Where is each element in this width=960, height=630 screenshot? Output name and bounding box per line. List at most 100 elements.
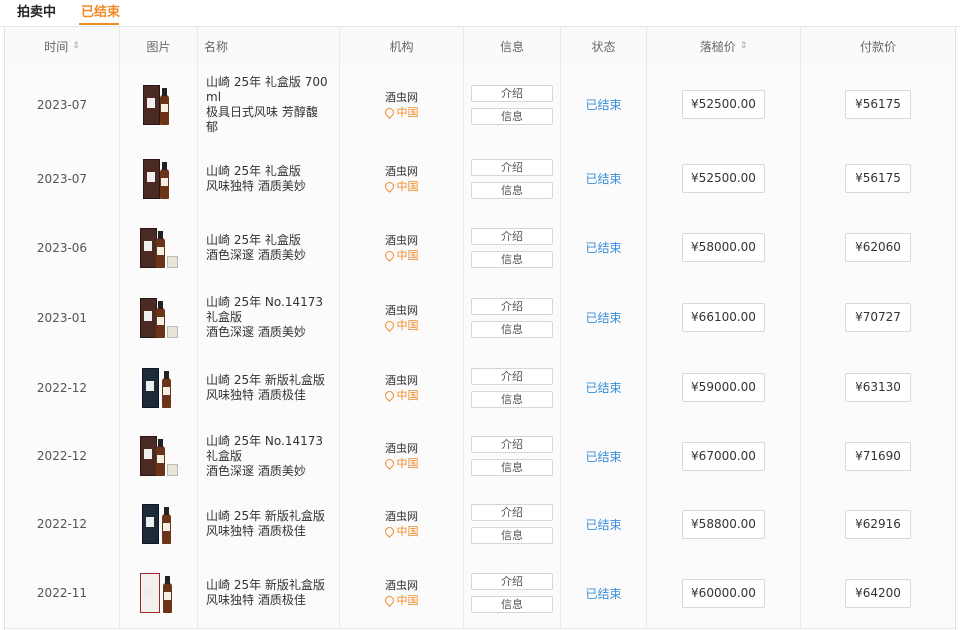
pay-price: ¥62060 [845, 233, 911, 262]
product-name[interactable]: 山崎 25年 礼盒版 700 ml 极具日式风味 芳醇馥 郁 [206, 75, 328, 135]
status-text: 已结束 [585, 311, 622, 325]
org-name: 酒虫网 [385, 579, 418, 592]
info-cell: 介绍 信息 [464, 144, 561, 213]
location-pin-icon [382, 388, 396, 402]
status-cell: 已结束 [561, 144, 647, 213]
location-pin-icon [382, 105, 396, 119]
table-row: 2023-06 山崎 25年 礼盒版 酒色深邃 酒质美妙 酒虫网 中国 介绍信息 已结束 ¥… [5, 213, 955, 283]
intro-button[interactable]: 介绍 [471, 227, 553, 245]
info-button[interactable]: 信息 [471, 320, 553, 338]
status-text: 已结束 [585, 172, 622, 186]
info-button[interactable]: 信息 [471, 181, 553, 199]
header-org-label: 机构 [389, 39, 414, 54]
location-text: 中国 [396, 105, 419, 119]
product-name[interactable]: 山崎 25年 礼盒版 酒色深邃 酒质美妙 [206, 233, 306, 263]
info-button[interactable]: 信息 [471, 390, 553, 408]
active-tab-indicator [79, 23, 119, 25]
tab-bar: 拍卖中 已结束 [0, 0, 960, 27]
tab-ongoing[interactable]: 拍卖中 [17, 5, 56, 21]
pay-price: ¥56175 [845, 164, 911, 193]
status-cell: 已结束 [561, 558, 647, 628]
location: 中国 [382, 248, 419, 263]
hammer-price: ¥58000.00 [682, 233, 765, 262]
time-cell: 2022-12 [5, 422, 120, 490]
product-name[interactable]: 山崎 25年 No.14173 礼盒版 酒色深邃 酒质美妙 [206, 434, 323, 479]
location: 中国 [382, 179, 419, 194]
product-name[interactable]: 山崎 25年 新版礼盒版 风味独特 酒质极佳 [206, 578, 325, 608]
row-time: 2023-06 [36, 240, 88, 255]
row-time: 2023-07 [36, 97, 88, 112]
image-cell [120, 282, 198, 353]
intro-button[interactable]: 介绍 [471, 158, 553, 176]
product-name[interactable]: 山崎 25年 新版礼盒版 风味独特 酒质极佳 [206, 509, 325, 539]
image-cell [120, 422, 198, 490]
intro-button[interactable]: 介绍 [471, 297, 553, 315]
table-row: 2023-07 山崎 25年 礼盒版 风味独特 酒质美妙 酒虫网 中国 介绍 信息 已结束 ¥… [5, 144, 955, 214]
row-time: 2022-12 [36, 380, 88, 395]
header-status: 状态 [561, 27, 647, 65]
name-cell: 山崎 25年 新版礼盒版 风味独特 酒质极佳 [198, 353, 340, 422]
product-thumbnail[interactable] [140, 84, 178, 125]
info-button[interactable]: 信息 [471, 107, 553, 125]
header-info-label: 信息 [499, 39, 524, 54]
status-text: 已结束 [585, 586, 622, 601]
product-thumbnail[interactable] [140, 367, 178, 408]
product-thumbnail[interactable] [139, 297, 178, 338]
org-cell: 酒虫网 中国 [340, 353, 464, 422]
product-thumbnail[interactable] [139, 227, 178, 268]
product-thumbnail[interactable] [140, 504, 178, 544]
header-org: 机构 [340, 27, 464, 65]
hammer-price: ¥58800.00 [682, 509, 765, 539]
sort-icon[interactable]: ⇕ [740, 41, 748, 51]
hammer-cell: ¥66100.00 [647, 282, 801, 353]
info-button[interactable]: 信息 [471, 250, 553, 268]
product-thumbnail[interactable] [139, 573, 178, 613]
info-cell: 介绍 信息 [464, 213, 561, 282]
product-name[interactable]: 山崎 25年 礼盒版 风味独特 酒质美妙 [206, 164, 306, 194]
org-cell: 酒虫网 中国 [340, 282, 464, 353]
table-row: 2022-12 山崎 25年 新版礼盒版 风味独特 酒质极佳 酒虫网 中国 介绍信息 已结… [5, 353, 955, 423]
name-cell: 山崎 25年 No.14173 礼盒版 酒色深邃 酒质美妙 [198, 282, 340, 353]
status-text: 已结束 [585, 381, 622, 395]
product-name[interactable]: 山崎 25年 No.14173 礼盒版 酒色深邃 酒质美妙 [206, 295, 323, 340]
name-cell: 山崎 25年 新版礼盒版 风味独特 酒质极佳 [198, 558, 340, 628]
image-cell [120, 558, 198, 628]
location-text: 中国 [396, 248, 419, 262]
info-button[interactable]: 信息 [471, 459, 553, 476]
product-name[interactable]: 山崎 25年 新版礼盒版 风味独特 酒质极佳 [206, 373, 325, 403]
location-pin-icon [382, 179, 396, 193]
status-text: 已结束 [585, 241, 622, 255]
header-time-label: 时间 [44, 39, 69, 54]
intro-button[interactable]: 介绍 [471, 504, 553, 521]
sort-icon[interactable]: ⇕ [72, 41, 80, 51]
product-thumbnail[interactable] [139, 436, 178, 476]
header-time[interactable]: 时间 ⇕ [5, 27, 120, 65]
intro-button[interactable]: 介绍 [471, 367, 553, 385]
intro-button[interactable]: 介绍 [471, 84, 553, 102]
pay-price: ¥63130 [845, 373, 911, 402]
header-hammer-label: 落槌价 [699, 39, 736, 54]
header-hammer[interactable]: 落槌价 ⇕ [647, 27, 801, 65]
org-cell: 酒虫网 中国 [340, 213, 464, 282]
info-button[interactable]: 信息 [471, 596, 553, 613]
location-text: 中国 [396, 457, 419, 470]
tab-ended[interactable]: 已结束 [81, 5, 120, 21]
hammer-price: ¥67000.00 [682, 441, 765, 471]
intro-button[interactable]: 介绍 [471, 436, 553, 453]
location-pin-icon [382, 525, 396, 538]
org-name: 酒虫网 [385, 373, 418, 387]
location: 中国 [382, 524, 419, 539]
location: 中国 [382, 456, 419, 471]
header-image-label: 图片 [146, 39, 171, 54]
location-text: 中国 [396, 318, 419, 332]
location-pin-icon [382, 248, 396, 262]
info-button[interactable]: 信息 [471, 527, 553, 544]
status-text: 已结束 [585, 449, 622, 464]
hammer-price: ¥52500.00 [682, 164, 765, 193]
header-pay: 付款价 [801, 27, 955, 65]
product-thumbnail[interactable] [140, 158, 178, 199]
org-name: 酒虫网 [385, 90, 418, 104]
status-cell: 已结束 [561, 65, 647, 144]
pay-price: ¥70727 [845, 303, 911, 332]
intro-button[interactable]: 介绍 [471, 573, 553, 590]
